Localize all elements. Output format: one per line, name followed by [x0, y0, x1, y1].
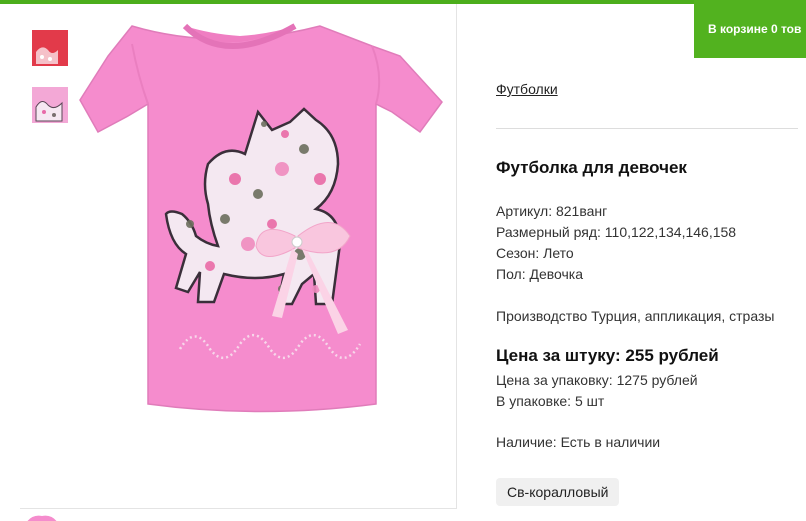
thumbnail-pink-tshirt[interactable]	[32, 87, 68, 123]
tshirt-thumbnail-icon	[32, 87, 68, 123]
availability-text: Наличие: Есть в наличии	[496, 434, 661, 450]
cart-label: В корзине 0 тов	[708, 22, 802, 36]
article-text: Артикул: 821ванг	[496, 203, 608, 219]
product-main-image[interactable]	[20, 4, 457, 509]
color-option-button[interactable]: Св-коралловый	[496, 478, 620, 506]
tshirt-thumbnail-icon	[22, 512, 62, 521]
price-per-item: Цена за штуку: 255 рублей	[496, 346, 719, 365]
gender-text: Пол: Девочка	[496, 266, 584, 282]
divider	[496, 128, 798, 129]
cart-button[interactable]: В корзине 0 тов	[694, 0, 806, 58]
thumbnail-partial[interactable]	[22, 510, 62, 521]
thumbnail-list	[32, 30, 68, 144]
season-text: Сезон: Лето	[496, 245, 574, 261]
category-link[interactable]: Футболки	[496, 81, 558, 97]
size-range-text: Размерный ряд: 110,122,134,146,158	[496, 224, 737, 240]
product-title: Футболка для девочек	[496, 158, 687, 177]
thumbnail-red-tshirt[interactable]	[32, 30, 68, 66]
tshirt-icon	[79, 23, 443, 413]
description-text: Производство Турция, аппликация, стразы	[496, 308, 775, 324]
tshirt-thumbnail-icon	[32, 30, 68, 66]
pack-quantity: В упаковке: 5 шт	[496, 393, 605, 409]
price-per-pack: Цена за упаковку: 1275 рублей	[496, 372, 698, 388]
color-option-label: Св-коралловый	[507, 484, 609, 500]
